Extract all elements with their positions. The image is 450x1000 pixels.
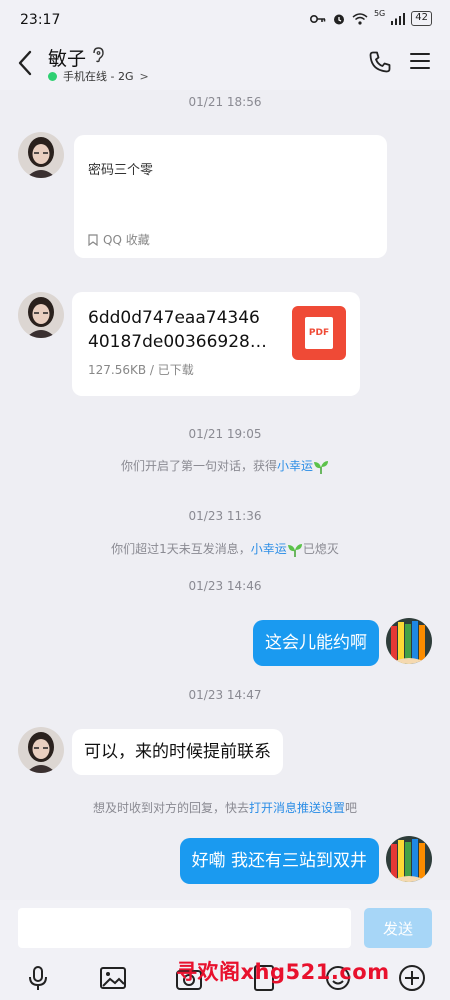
plus-icon[interactable] (398, 964, 426, 992)
sprout-icon (314, 460, 329, 474)
system-text: 想及时收到对方的回复，快去 (92, 801, 249, 815)
outgoing-message[interactable]: 这会儿能约啊 (253, 620, 379, 666)
pdf-file-icon: PDF (292, 306, 346, 360)
bookmark-icon (88, 233, 98, 246)
image-icon[interactable] (99, 964, 127, 992)
status-bar: 23:17 5G 42 (0, 0, 450, 38)
back-arrow-icon[interactable] (14, 48, 36, 78)
outgoing-message[interactable]: 好嘞 我还有三站到双井 (179, 838, 379, 884)
favorite-card[interactable]: 密码三个零 QQ 收藏 (74, 135, 387, 258)
system-text: 你们开启了第一句对话，获得 (120, 459, 277, 473)
system-text: 已熄灭 (302, 542, 339, 556)
signal-icon (391, 12, 406, 25)
sprout-icon (287, 543, 302, 557)
timestamp: 01/23 14:46 (188, 579, 262, 593)
network-type: 5G (373, 9, 386, 18)
push-settings-link[interactable]: 打开消息推送设置 (249, 801, 345, 815)
lucky-link[interactable]: 小幸运 (251, 542, 287, 556)
system-text: 吧 (345, 801, 358, 815)
timestamp: 01/21 19:05 (188, 427, 262, 441)
pdf-label: PDF (305, 317, 333, 349)
my-avatar[interactable] (386, 836, 432, 882)
system-text: 你们超过1天未互发消息， (111, 542, 251, 556)
file-name-line: 40187de00366928… (88, 332, 267, 352)
timestamp: 01/23 11:36 (188, 509, 262, 523)
my-avatar[interactable] (386, 618, 432, 664)
lucky-link[interactable]: 小幸运 (277, 459, 313, 473)
watermark: 寻欢阁xhg521.com (176, 960, 390, 984)
menu-icon[interactable] (410, 52, 430, 70)
timestamp: 01/21 18:56 (188, 95, 262, 109)
file-card[interactable]: 6dd0d747eaa74346 40187de00366928… 127.56… (72, 292, 360, 396)
system-message: 你们开启了第一句对话，获得小幸运 (0, 457, 450, 474)
incoming-message[interactable]: 可以，来的时候提前联系 (72, 729, 283, 775)
file-name: 6dd0d747eaa74346 40187de00366928… (88, 306, 278, 354)
favorite-source: QQ 收藏 (88, 231, 150, 248)
file-meta: 127.56KB / 已下载 (88, 363, 194, 377)
send-button[interactable]: 发送 (364, 908, 432, 948)
input-bar: 发送 (0, 900, 450, 956)
message-input[interactable] (18, 908, 351, 948)
chat-header: 敏子 手机在线 - 2G > (0, 38, 450, 90)
wifi-icon (352, 12, 368, 25)
system-message: 想及时收到对方的回复，快去打开消息推送设置吧 (0, 799, 450, 816)
contact-avatar[interactable] (18, 132, 64, 178)
file-name-line: 6dd0d747eaa74346 (88, 308, 260, 328)
key-icon (309, 14, 326, 23)
status-icons: 5G 42 (309, 9, 432, 26)
online-dot (48, 71, 57, 81)
message-list[interactable]: 01/21 18:56 密码三个零 QQ 收藏 6dd0d747eaa74346… (0, 90, 450, 900)
chevron-right-icon: > (139, 69, 149, 83)
contact-name[interactable]: 敏子 (48, 44, 86, 71)
alarm-icon (333, 14, 344, 24)
favorite-source-label: QQ 收藏 (103, 233, 150, 247)
timestamp: 01/23 14:47 (188, 688, 262, 702)
presence-text: 手机在线 - 2G (63, 70, 134, 83)
favorite-text: 密码三个零 (88, 163, 154, 178)
ear-icon (93, 47, 104, 63)
phone-icon[interactable] (368, 50, 392, 74)
contact-avatar[interactable] (18, 292, 64, 338)
status-time: 23:17 (20, 12, 61, 28)
presence-status[interactable]: 手机在线 - 2G > (48, 68, 149, 84)
system-message: 你们超过1天未互发消息，小幸运 已熄灭 (0, 540, 450, 557)
contact-avatar[interactable] (18, 727, 64, 773)
battery-level: 42 (411, 11, 432, 26)
microphone-icon[interactable] (24, 964, 52, 992)
